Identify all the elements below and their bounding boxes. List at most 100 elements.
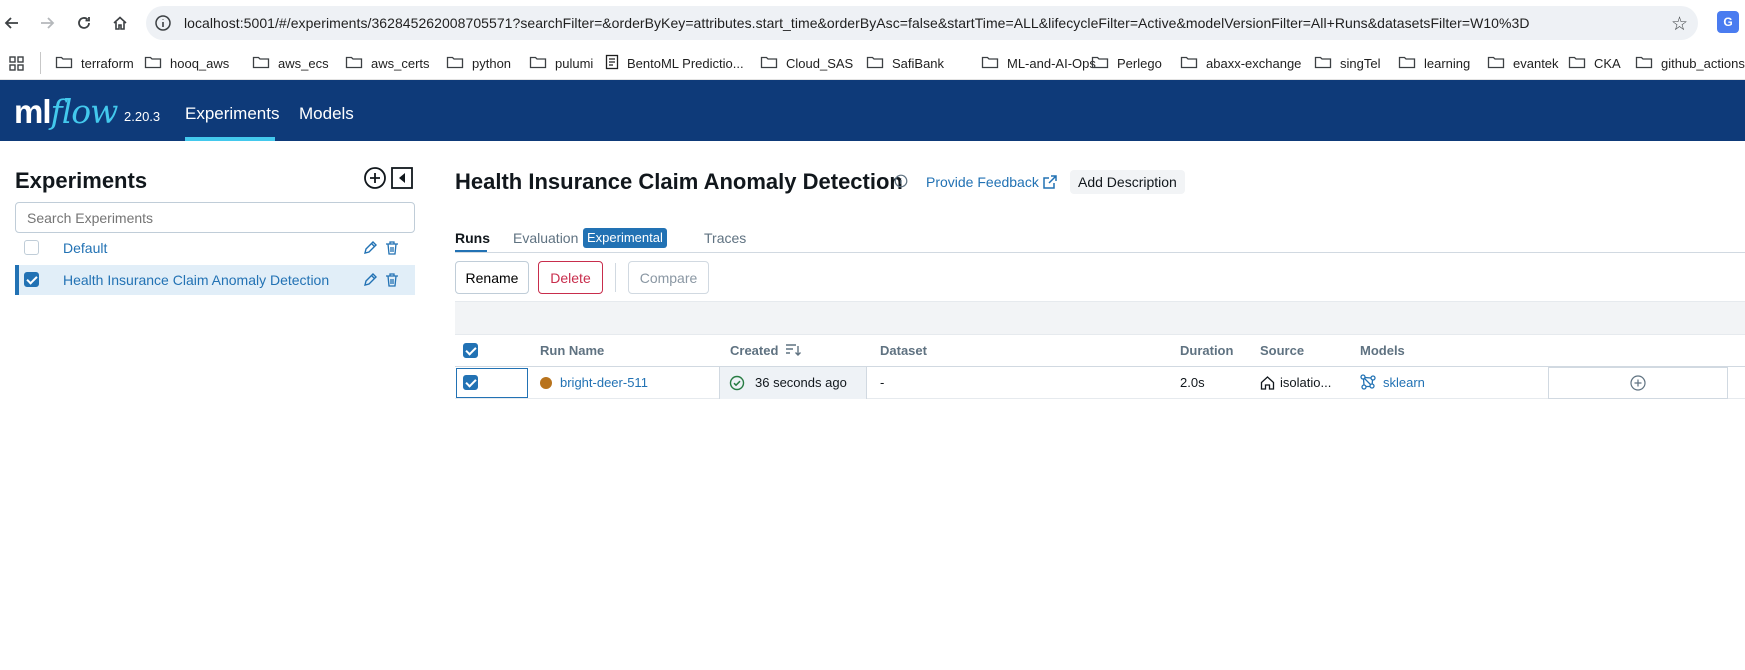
bookmark-label: pulumi	[555, 55, 594, 71]
bookmark-item[interactable]: SafiBank	[866, 52, 944, 74]
column-header-duration[interactable]: Duration	[1180, 343, 1233, 358]
folder-icon	[981, 55, 999, 72]
folder-icon	[1568, 55, 1586, 72]
edit-icon[interactable]	[362, 272, 378, 293]
bookmark-item[interactable]: abaxx-exchange	[1180, 52, 1301, 74]
folder-icon	[252, 55, 270, 72]
bookmark-item[interactable]: learning	[1398, 52, 1470, 74]
tab-runs[interactable]: Runs	[455, 230, 490, 246]
column-header-source[interactable]: Source	[1260, 343, 1304, 358]
bookmark-item[interactable]: aws_ecs	[252, 52, 329, 74]
tab-evaluation[interactable]: Evaluation	[513, 230, 578, 246]
model-icon	[1360, 374, 1376, 395]
bookmark-label: aws_certs	[371, 55, 430, 71]
created-time: 36 seconds ago	[755, 375, 847, 390]
folder-icon	[760, 55, 778, 72]
experiment-checkbox[interactable]	[24, 240, 39, 255]
mlflow-logo[interactable]: mlflow	[14, 92, 118, 131]
bookmark-label: abaxx-exchange	[1206, 55, 1302, 71]
bookmark-item[interactable]: terraform	[55, 52, 134, 74]
trash-icon[interactable]	[385, 240, 399, 261]
folder-icon	[1487, 55, 1505, 72]
experiment-name[interactable]: Default	[63, 240, 107, 256]
address-bar[interactable]: localhost:5001/#/experiments/36284526200…	[146, 6, 1698, 40]
url-text[interactable]: localhost:5001/#/experiments/36284526200…	[184, 15, 1530, 31]
folder-icon	[1635, 55, 1653, 72]
reload-icon[interactable]	[72, 11, 96, 35]
folder-icon	[446, 55, 464, 72]
column-header-run-name[interactable]: Run Name	[540, 343, 604, 358]
column-header-created[interactable]: Created	[730, 343, 778, 358]
source-home-icon	[1260, 375, 1275, 395]
version-label: 2.20.3	[124, 109, 161, 124]
folder-icon	[1180, 55, 1198, 72]
column-header-dataset[interactable]: Dataset	[880, 343, 927, 358]
translate-extension-icon[interactable]: G	[1717, 11, 1739, 33]
folder-icon	[1091, 55, 1109, 72]
folder-icon	[144, 55, 162, 72]
experiment-title: Health Insurance Claim Anomaly Detection	[455, 169, 903, 194]
bookmark-label: python	[472, 55, 512, 71]
forward-arrow-icon[interactable]	[35, 11, 59, 35]
column-group-band	[455, 301, 1745, 335]
bookmark-label: CKA	[1594, 55, 1621, 71]
bookmark-label: ML-and-AI-Ops	[1007, 55, 1096, 71]
bookmark-label: evantek	[1513, 55, 1559, 71]
bookmark-star-icon[interactable]: ☆	[1671, 13, 1688, 36]
bookmark-item[interactable]: singTel	[1314, 52, 1380, 74]
bookmark-item[interactable]: pulumi	[529, 52, 593, 74]
create-experiment-icon[interactable]	[363, 166, 387, 190]
bookmark-item[interactable]: CKA	[1568, 52, 1621, 74]
select-all-checkbox[interactable]	[463, 343, 478, 358]
experiment-item-health-insurance[interactable]: Health Insurance Claim Anomaly Detection	[15, 265, 415, 295]
nav-experiments[interactable]: Experiments	[185, 104, 279, 124]
folder-icon	[529, 55, 547, 72]
bookmark-item[interactable]: aws_certs	[345, 52, 430, 74]
add-description-button[interactable]: Add Description	[1070, 170, 1185, 194]
tab-traces[interactable]: Traces	[704, 230, 746, 246]
external-link-icon[interactable]	[1042, 174, 1058, 195]
document-icon	[605, 54, 619, 73]
experiment-checkbox[interactable]	[24, 272, 39, 287]
bookmark-label: learning	[1424, 55, 1471, 71]
model-link[interactable]: sklearn	[1383, 375, 1425, 390]
bookmark-item[interactable]: evantek	[1487, 52, 1559, 74]
bookmark-item[interactable]: ML-and-AI-Ops	[981, 52, 1096, 74]
search-experiments-input[interactable]	[15, 202, 415, 233]
edit-icon[interactable]	[362, 240, 378, 261]
bookmark-label: SafiBank	[892, 55, 945, 71]
collapse-sidebar-icon[interactable]	[390, 166, 414, 190]
column-header-models[interactable]: Models	[1360, 343, 1405, 358]
rename-button[interactable]: Rename	[455, 261, 529, 294]
nav-models[interactable]: Models	[299, 104, 354, 124]
apps-grid-icon[interactable]	[9, 52, 25, 79]
folder-icon	[55, 55, 73, 72]
trash-icon[interactable]	[385, 272, 399, 293]
row-checkbox[interactable]	[463, 375, 478, 390]
folder-icon	[866, 55, 884, 72]
bookmark-label: aws_ecs	[278, 55, 329, 71]
sidebar-title: Experiments	[15, 168, 148, 193]
bookmark-item[interactable]: hooq_aws	[144, 52, 229, 74]
sort-descending-icon[interactable]	[785, 343, 801, 362]
experiment-name[interactable]: Health Insurance Claim Anomaly Detection	[63, 272, 329, 288]
compare-button[interactable]: Compare	[628, 261, 709, 294]
run-name-link[interactable]: bright-deer-511	[560, 375, 648, 390]
bookmark-item[interactable]: Perlego	[1091, 52, 1162, 74]
provide-feedback-link[interactable]: Provide Feedback	[926, 174, 1039, 190]
bookmark-item[interactable]: BentoML Predictio...	[605, 52, 744, 74]
experiment-item-default[interactable]: Default	[15, 233, 415, 263]
source-value[interactable]: isolatio...	[1280, 375, 1331, 390]
delete-button[interactable]: Delete	[538, 261, 603, 294]
add-column-icon[interactable]	[1630, 375, 1646, 396]
info-icon[interactable]	[894, 174, 908, 193]
bookmark-label: singTel	[1340, 55, 1381, 71]
bookmark-item[interactable]: Cloud_SAS	[760, 52, 853, 74]
site-info-icon[interactable]	[154, 14, 172, 32]
back-arrow-icon[interactable]	[0, 11, 24, 35]
bookmarks-separator	[40, 52, 41, 74]
home-icon[interactable]	[108, 11, 132, 35]
bookmark-item[interactable]: github_actions	[1635, 52, 1745, 74]
duration-value: 2.0s	[1180, 375, 1205, 390]
bookmark-item[interactable]: python	[446, 52, 511, 74]
